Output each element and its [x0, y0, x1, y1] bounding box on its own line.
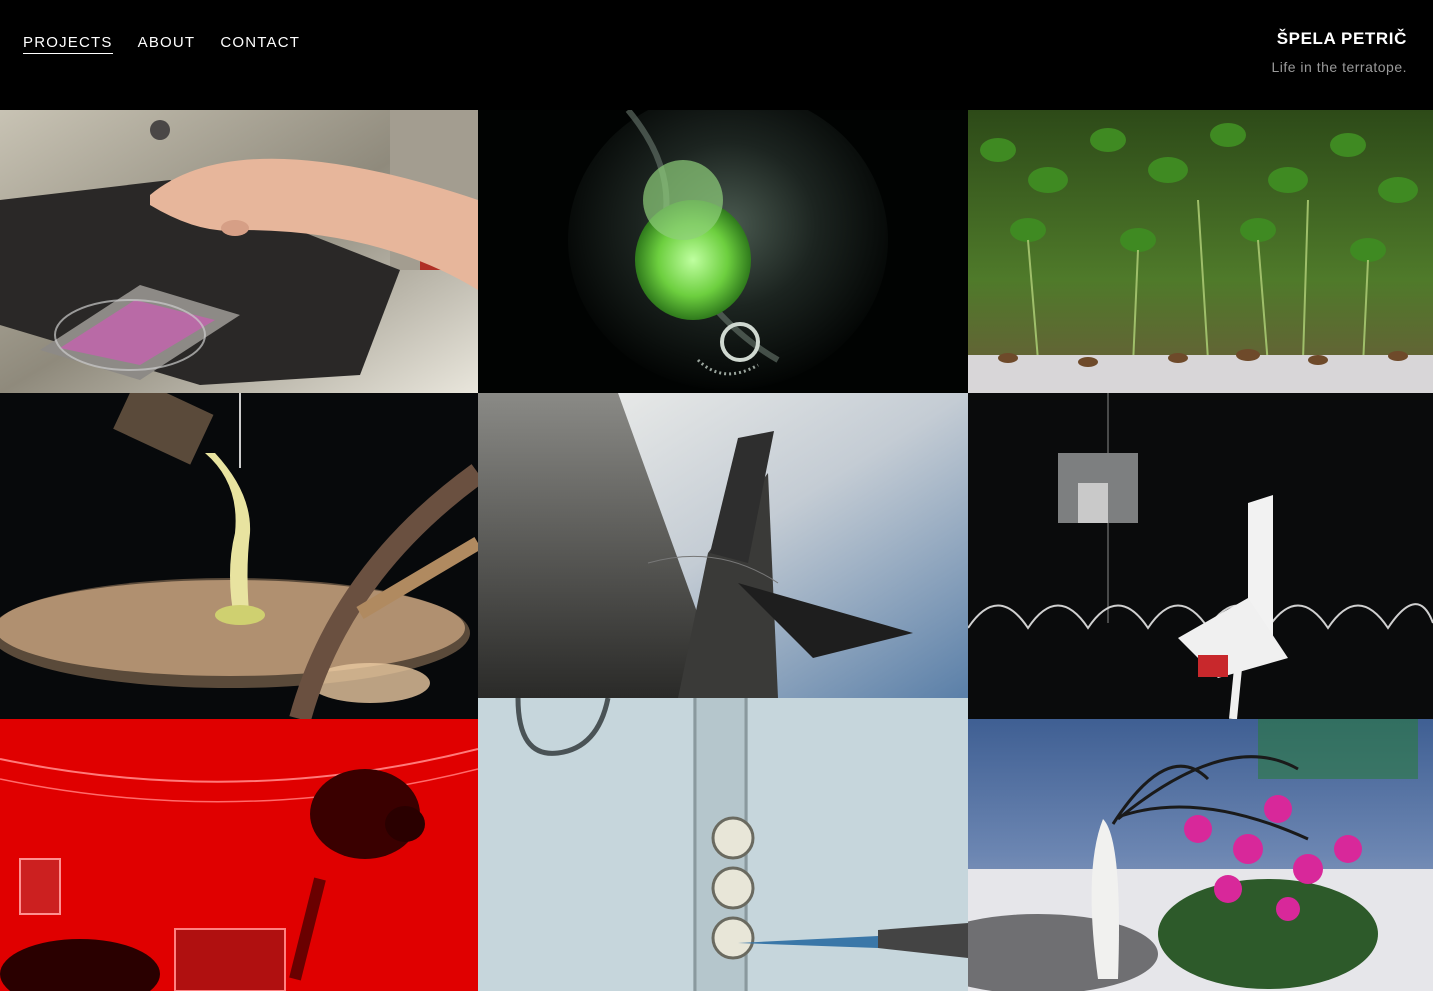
- brand: ŠPELA PETRIČ Life in the terratope.: [1271, 29, 1407, 75]
- cells-photo: [478, 698, 968, 991]
- project-tile-installation[interactable]: [968, 393, 1433, 719]
- project-tile-cells[interactable]: [478, 698, 968, 991]
- main-nav: PROJECTS ABOUT CONTACT: [23, 34, 300, 54]
- project-tile-flower[interactable]: [968, 719, 1433, 991]
- site-tagline: Life in the terratope.: [1271, 59, 1407, 75]
- project-tile-plant[interactable]: [478, 110, 968, 393]
- plant-photo: [478, 110, 968, 393]
- installation-photo: [968, 393, 1433, 719]
- microscope-photo: [0, 110, 478, 393]
- site-header: PROJECTS ABOUT CONTACT ŠPELA PETRIČ Life…: [0, 0, 1433, 110]
- flower-photo: [968, 719, 1433, 991]
- nav-about[interactable]: ABOUT: [138, 34, 196, 54]
- sprouts-photo: [968, 110, 1433, 393]
- project-tile-microscope[interactable]: [0, 110, 478, 393]
- lab-photo: [0, 393, 478, 719]
- project-tile-sprouts[interactable]: [968, 110, 1433, 393]
- project-tile-mouse[interactable]: [0, 719, 478, 991]
- mouse-photo: [0, 719, 478, 991]
- sail-photo: [478, 393, 968, 698]
- project-tile-sail[interactable]: [478, 393, 968, 698]
- nav-projects[interactable]: PROJECTS: [23, 34, 113, 54]
- project-tile-liquid[interactable]: [0, 393, 478, 719]
- site-title[interactable]: ŠPELA PETRIČ: [1271, 29, 1407, 49]
- nav-contact[interactable]: CONTACT: [220, 34, 300, 54]
